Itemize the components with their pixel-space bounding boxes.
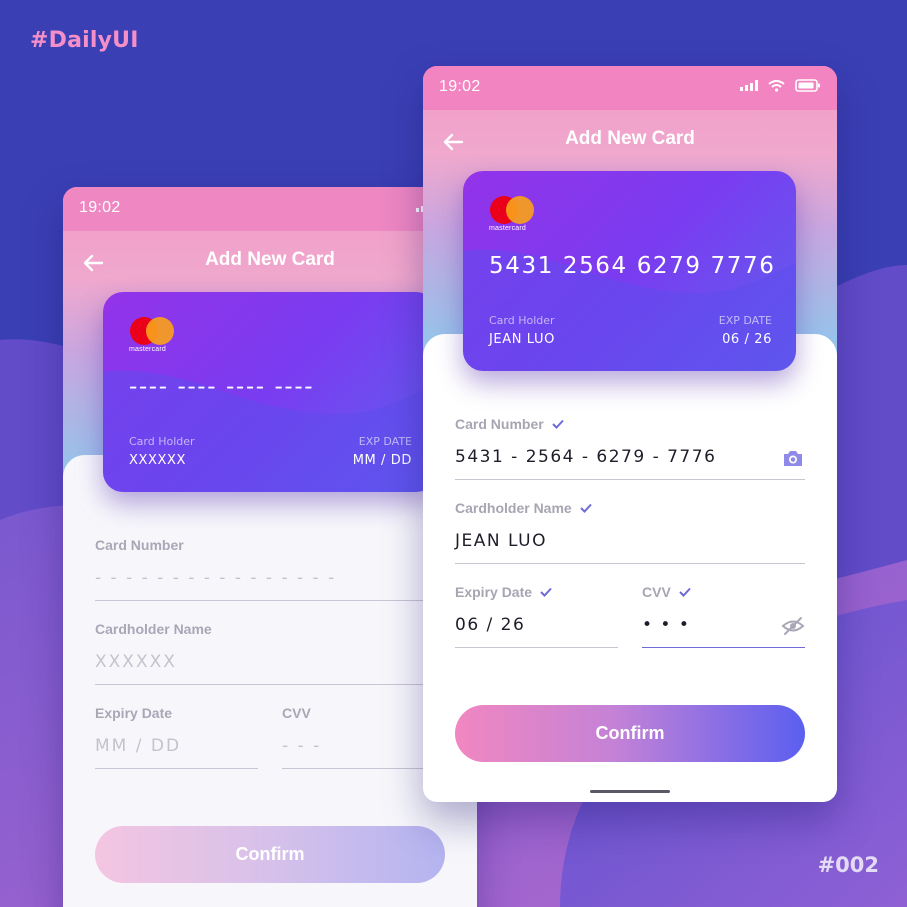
card-number-label: Card Number	[455, 415, 805, 433]
field-underline-active	[642, 647, 805, 648]
cardholder-label: Cardholder Name	[455, 499, 805, 517]
card-exp-label: EXP DATE	[358, 435, 412, 448]
battery-icon	[795, 79, 820, 92]
home-indicator	[590, 790, 670, 793]
card-brand: mastercard	[129, 346, 167, 353]
credit-card-preview: mastercard 5431 2564 6279 7776 Card Hold…	[463, 171, 796, 371]
cardholder-label: Cardholder Name	[95, 621, 212, 637]
cardholder-field[interactable]: Cardholder Name JEAN LUO	[455, 499, 805, 564]
cardholder-field[interactable]: Cardholder Name XXXXXX	[95, 620, 445, 685]
expiry-field[interactable]: Expiry Date 06 / 26	[455, 583, 618, 648]
expiry-field[interactable]: Expiry Date MM / DD	[95, 704, 258, 769]
field-underline	[455, 479, 805, 480]
card-holder-label: Card Holder	[129, 435, 195, 448]
field-underline	[95, 768, 258, 769]
card-number-input[interactable]: 5431 - 2564 - 6279 - 7776	[455, 447, 716, 467]
card-number-field[interactable]: Card Number 5431 - 2564 - 6279 - 7776	[455, 415, 805, 480]
card-exp-value: 06 / 26	[722, 332, 772, 347]
card-brand: mastercard	[489, 225, 527, 232]
card-holder-value: JEAN LUO	[489, 332, 555, 347]
card-exp-label: EXP DATE	[718, 314, 772, 327]
expiry-input[interactable]: MM / DD	[95, 736, 181, 756]
card-number-input[interactable]: - - - - - - - - - - - - - - - -	[95, 568, 336, 588]
cvv-input[interactable]: • • •	[642, 615, 690, 635]
field-underline	[455, 647, 618, 648]
page-title: Add New Card	[565, 128, 695, 149]
expiry-input[interactable]: 06 / 26	[455, 615, 525, 635]
status-time: 19:02	[79, 199, 121, 216]
card-number-label: Card Number	[95, 537, 184, 553]
expiry-label: Expiry Date	[95, 705, 173, 721]
page-title: Add New Card	[205, 249, 335, 270]
status-bar: 19:02	[423, 66, 837, 110]
signal-icon	[740, 80, 758, 91]
phone-filled-state: 19:02 Add New Card mastercard 5431 2564 …	[423, 66, 837, 802]
mastercard-logo-icon	[490, 196, 534, 224]
field-underline	[282, 768, 445, 769]
check-icon	[679, 587, 691, 597]
cvv-field[interactable]: CVV - - -	[282, 704, 445, 769]
status-bar: 19:02	[63, 187, 477, 231]
cvv-label: CVV	[282, 705, 311, 721]
card-exp-value: MM / DD	[352, 453, 412, 468]
phone-empty-state: 19:02 Add New Card mastercard ---- ---- …	[63, 187, 477, 907]
daily-ui-tag: #DailyUI	[30, 28, 139, 53]
card-number-field[interactable]: Card Number - - - - - - - - - - - - - - …	[95, 536, 445, 601]
card-holder-value: XXXXXX	[129, 453, 187, 468]
check-icon	[551, 419, 564, 429]
eye-off-icon[interactable]	[781, 615, 805, 637]
credit-card-preview: mastercard ---- ---- ---- ---- Card Hold…	[103, 292, 436, 492]
mastercard-logo-icon	[130, 317, 174, 345]
confirm-button[interactable]: Confirm	[455, 705, 805, 762]
confirm-button[interactable]: Confirm	[95, 826, 445, 883]
camera-icon[interactable]	[781, 447, 805, 469]
wifi-icon	[768, 79, 785, 92]
field-underline	[95, 600, 445, 601]
cvv-label: CVV	[642, 583, 805, 601]
field-underline	[455, 563, 805, 564]
cvv-field[interactable]: CVV • • •	[642, 583, 805, 648]
cvv-input[interactable]: - - -	[282, 736, 321, 756]
status-time: 19:02	[439, 78, 481, 95]
card-holder-label: Card Holder	[489, 314, 555, 327]
field-underline	[95, 684, 445, 685]
cardholder-input[interactable]: JEAN LUO	[455, 531, 547, 551]
check-icon	[579, 503, 592, 513]
expiry-label: Expiry Date	[455, 583, 618, 601]
cardholder-input[interactable]: XXXXXX	[95, 652, 177, 672]
card-number-display: ---- ---- ---- ----	[129, 374, 315, 400]
challenge-number-tag: #002	[817, 853, 879, 877]
card-number-display: 5431 2564 6279 7776	[489, 253, 776, 279]
check-icon	[540, 587, 552, 597]
